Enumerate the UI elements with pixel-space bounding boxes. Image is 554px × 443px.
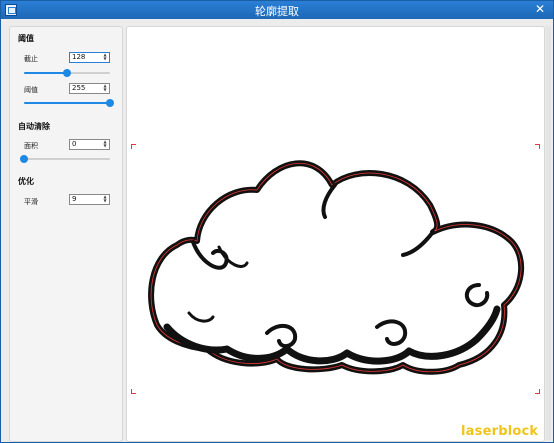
area-spinbox[interactable]: 0 ▲ ▼: [69, 139, 110, 150]
slider-fill: [24, 72, 68, 74]
threshold-label: 阈值: [24, 86, 38, 94]
slider-thumb[interactable]: [20, 155, 28, 163]
slider-thumb[interactable]: [106, 99, 114, 107]
threshold-value: 255: [72, 84, 86, 92]
slider-fill: [24, 102, 110, 104]
spin-arrows-icon[interactable]: ▲ ▼: [102, 53, 108, 62]
slider-thumb[interactable]: [63, 69, 72, 77]
optimize-section-title: 优化: [18, 177, 34, 186]
preview-canvas[interactable]: [126, 26, 545, 442]
smooth-spinbox[interactable]: 9 ▲ ▼: [69, 194, 110, 205]
area-value: 0: [72, 140, 77, 148]
smooth-label: 平滑: [24, 198, 38, 206]
title-bar[interactable]: 轮廓提取 ✕: [1, 1, 553, 19]
settings-panel: 阈值 截止 128 ▲ ▼ 阈值 255 ▲ ▼ 自动清除 面积 0 ▲ ▼ 优…: [9, 26, 123, 442]
cloud-contour-image: [148, 160, 525, 375]
slider-track: [24, 158, 110, 160]
cutoff-label: 截止: [24, 55, 38, 63]
window-title: 轮廓提取: [255, 5, 299, 18]
spin-arrows-icon[interactable]: ▲ ▼: [102, 84, 108, 93]
threshold-spinbox[interactable]: 255 ▲ ▼: [69, 83, 110, 94]
main-window: 轮廓提取 ✕ 阈值 截止 128 ▲ ▼ 阈值 255 ▲ ▼ 自动清除 面积 0 …: [0, 0, 554, 443]
auto-clear-section-title: 自动清除: [18, 122, 50, 131]
area-label: 面积: [24, 142, 38, 150]
smooth-value: 9: [72, 195, 77, 203]
cutoff-value: 128: [72, 53, 86, 61]
close-icon[interactable]: ✕: [533, 2, 547, 16]
cutoff-slider[interactable]: [24, 69, 110, 77]
area-slider[interactable]: [20, 155, 110, 163]
threshold-slider[interactable]: [24, 99, 114, 107]
vertical-scrollbar[interactable]: [546, 26, 551, 440]
cutoff-spinbox[interactable]: 128 ▲ ▼: [69, 52, 110, 63]
threshold-section-title: 阈值: [18, 34, 34, 43]
spin-arrows-icon[interactable]: ▲ ▼: [102, 140, 108, 149]
spin-arrows-icon[interactable]: ▲ ▼: [102, 195, 108, 204]
watermark-text: laserblock: [461, 424, 539, 439]
